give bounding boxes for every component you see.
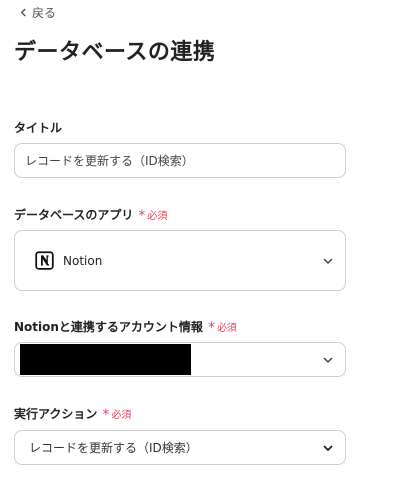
required-label: 必須 — [147, 211, 168, 222]
chevron-down-icon — [323, 357, 333, 363]
required-asterisk-icon: * — [207, 319, 215, 336]
required-asterisk-icon: * — [102, 406, 110, 423]
notion-icon — [35, 251, 54, 270]
title-input[interactable] — [14, 143, 346, 178]
selected-app-name: Notion — [63, 253, 103, 268]
chevron-down-icon — [323, 258, 333, 264]
required-label: 必須 — [216, 323, 237, 334]
action-select[interactable]: レコードを更新する（ID検索） — [14, 430, 346, 465]
chevron-down-icon — [323, 445, 333, 451]
title-field-label-text: タイトル — [14, 121, 63, 135]
app-field-label-text: データベースのアプリ — [14, 208, 134, 222]
chevron-left-icon — [20, 8, 26, 17]
required-badge: * 必須 — [207, 319, 237, 336]
account-select[interactable] — [14, 342, 346, 377]
required-label: 必須 — [111, 410, 132, 421]
app-select[interactable]: Notion — [14, 230, 346, 291]
page: 戻る データベースの連携 タイトル データベースのアプリ * 必須 Notion… — [0, 0, 405, 482]
back-label: 戻る — [32, 6, 57, 20]
action-field-label-text: 実行アクション — [14, 407, 98, 421]
action-field-label: 実行アクション * 必須 — [14, 405, 131, 422]
required-badge: * 必須 — [138, 207, 168, 224]
selected-action: レコードを更新する（ID検索） — [29, 441, 198, 455]
app-field-label: データベースのアプリ * 必須 — [14, 206, 167, 223]
redacted-account-value — [20, 344, 191, 375]
required-badge: * 必須 — [102, 406, 132, 423]
back-link[interactable]: 戻る — [19, 4, 56, 21]
required-asterisk-icon: * — [138, 207, 146, 224]
title-field-label: タイトル — [14, 119, 62, 136]
page-title: データベースの連携 — [14, 40, 216, 65]
account-field-label-text: Notionと連携するアカウント情報 — [14, 320, 203, 334]
account-field-label: Notionと連携するアカウント情報 * 必須 — [14, 318, 237, 335]
